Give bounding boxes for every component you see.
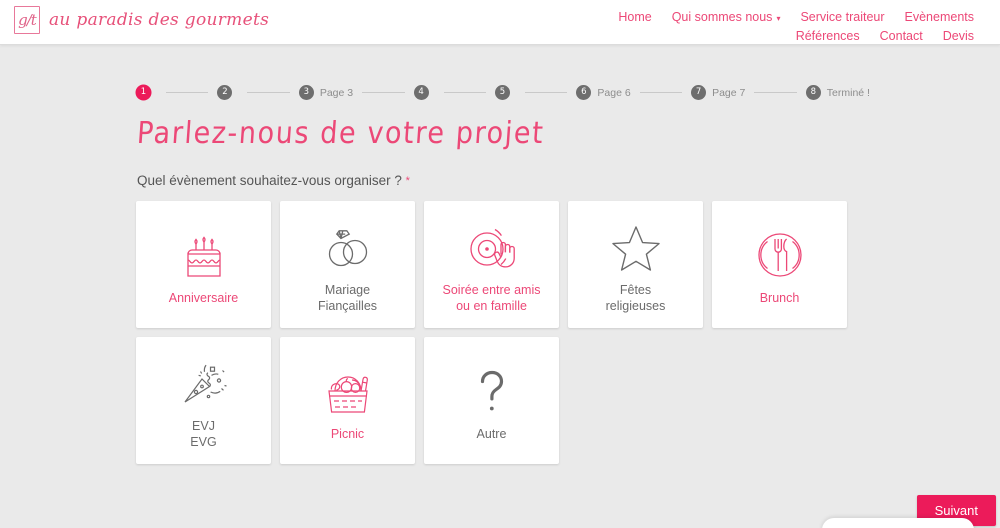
step-number: 6 xyxy=(576,85,592,100)
step-connector xyxy=(362,92,405,93)
star-icon xyxy=(607,216,665,278)
nav-item-label: Devis xyxy=(942,29,974,43)
nav-item-service-traiteur[interactable]: Service traiteur xyxy=(790,9,894,26)
option-label: Picnic xyxy=(330,426,365,441)
step-connector xyxy=(639,92,683,93)
wizard-step-4[interactable]: 4 xyxy=(413,85,435,100)
wedding-rings-icon xyxy=(318,216,378,278)
birthday-cake-icon xyxy=(174,224,234,286)
option-card-soiree-entre-amis[interactable]: Soirée entre amis ou en famille xyxy=(424,201,559,328)
wizard-form: 1 2 3 Page 3 4 5 6 Page 6 7 Page 7 8 Ter… xyxy=(0,85,1000,528)
step-number: 5 xyxy=(494,85,510,100)
option-label: Anniversaire xyxy=(168,290,239,305)
brand-name: au paradis des gourmets xyxy=(49,10,270,30)
nav-item-label: Références xyxy=(795,29,860,43)
step-label: Page 6 xyxy=(597,86,631,99)
wizard-stepper: 1 2 3 Page 3 4 5 6 Page 6 7 Page 7 8 Ter… xyxy=(136,85,870,100)
option-card-evj-evg[interactable]: EVJ EVG xyxy=(136,337,271,464)
brand-logo-link[interactable]: g/t au paradis des gourmets xyxy=(0,0,269,34)
option-label: EVJ EVG xyxy=(190,418,217,449)
required-marker: * xyxy=(405,175,410,187)
step-number: 2 xyxy=(217,85,233,100)
step-connector xyxy=(247,92,290,93)
main-navigation: Home Qui sommes nous ▾ Service traiteur … xyxy=(550,0,1000,45)
step-connector xyxy=(524,92,568,93)
step-connector xyxy=(443,92,486,93)
party-popper-icon xyxy=(174,352,234,414)
question-label: Quel évènement souhaitez-vous organiser … xyxy=(137,173,1000,188)
nav-item-label: Home xyxy=(618,10,652,24)
page-title: Parlez-nous de votre projet xyxy=(135,116,546,151)
wizard-step-1[interactable]: 1 xyxy=(136,85,157,100)
picnic-basket-icon xyxy=(317,360,379,422)
nav-item-qui-sommes-nous[interactable]: Qui sommes nous ▾ xyxy=(662,9,791,26)
step-number: 8 xyxy=(805,85,821,100)
nav-item-contact[interactable]: Contact xyxy=(870,28,933,45)
nav-item-label: Service traiteur xyxy=(800,10,885,24)
step-label: Page 3 xyxy=(319,86,354,99)
brand-logo-icon: g/t xyxy=(14,6,40,34)
step-label: Terminé ! xyxy=(826,86,870,99)
site-header: g/t au paradis des gourmets Home Qui som… xyxy=(0,0,1000,45)
nav-item-devis[interactable]: Devis xyxy=(933,28,984,45)
option-card-autre[interactable]: Autre xyxy=(424,337,559,464)
question-mark-icon xyxy=(467,360,517,422)
option-card-brunch[interactable]: Brunch xyxy=(712,201,847,328)
step-number: 4 xyxy=(413,85,429,100)
step-number: 1 xyxy=(136,85,151,100)
nav-item-label: Evènements xyxy=(904,10,974,24)
step-connector xyxy=(166,92,209,93)
wizard-step-6[interactable]: 6 Page 6 xyxy=(576,85,631,100)
step-label: Page 7 xyxy=(712,86,746,99)
chat-widget[interactable] xyxy=(822,518,974,528)
question-text: Quel évènement souhaitez-vous organiser … xyxy=(137,173,402,188)
option-label: Autre xyxy=(476,426,507,441)
event-type-options: Anniversaire Mariage Fiançailles Soirée … xyxy=(136,201,847,464)
option-label: Brunch xyxy=(759,290,800,305)
wizard-step-3[interactable]: 3 Page 3 xyxy=(298,85,354,100)
step-number: 3 xyxy=(298,85,314,100)
option-label: Fêtes religieuses xyxy=(605,282,666,313)
wizard-step-5[interactable]: 5 xyxy=(494,85,516,100)
option-card-fetes-religieuses[interactable]: Fêtes religieuses xyxy=(568,201,703,328)
option-label: Soirée entre amis ou en famille xyxy=(442,282,541,313)
plate-fork-knife-icon xyxy=(750,224,810,286)
chevron-down-icon: ▾ xyxy=(776,14,781,23)
option-label: Mariage Fiançailles xyxy=(317,282,378,313)
nav-item-evenements[interactable]: Evènements xyxy=(895,9,984,26)
nav-item-label: Contact xyxy=(879,29,923,43)
option-card-anniversaire[interactable]: Anniversaire xyxy=(136,201,271,328)
option-card-picnic[interactable]: Picnic xyxy=(280,337,415,464)
brand-logo-mark-text: g/t xyxy=(18,10,37,29)
wizard-step-8[interactable]: 8 Terminé ! xyxy=(805,85,870,100)
nav-item-label: Qui sommes nous xyxy=(671,10,773,24)
option-card-mariage-fiancailles[interactable]: Mariage Fiançailles xyxy=(280,201,415,328)
vinyl-record-hand-icon xyxy=(461,216,523,278)
wizard-step-7[interactable]: 7 Page 7 xyxy=(691,85,745,100)
nav-item-home[interactable]: Home xyxy=(608,9,661,26)
step-number: 7 xyxy=(691,85,707,100)
step-connector xyxy=(754,92,797,93)
nav-item-references[interactable]: Références xyxy=(786,28,870,45)
wizard-step-2[interactable]: 2 xyxy=(217,85,238,100)
